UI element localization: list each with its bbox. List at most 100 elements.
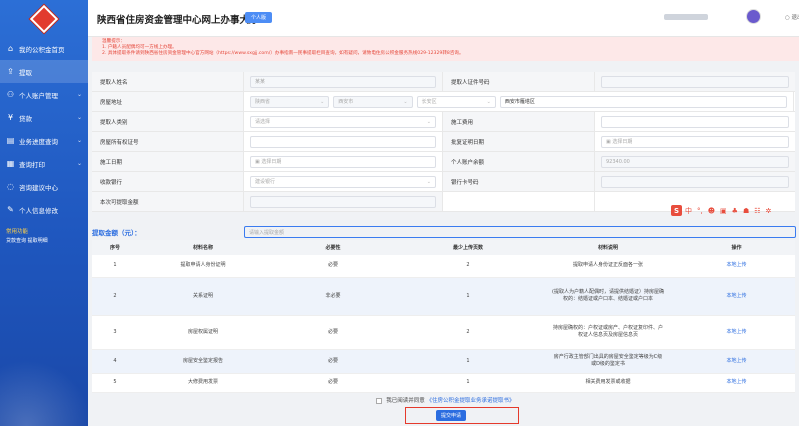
field-5-a-cell: 建设银行 ⌄ bbox=[244, 172, 443, 191]
sidebar-item-4[interactable]: ▤ 业务进度查询 ⌄ bbox=[0, 129, 88, 152]
sidebar-item-7[interactable]: ✎ 个人信息修改 bbox=[0, 198, 88, 221]
home-icon: ⌂ bbox=[7, 44, 14, 53]
sidebar-item-6[interactable]: ◌ 咨询建议中心 bbox=[0, 175, 88, 198]
column-header: 操作 bbox=[678, 240, 795, 255]
field-4-b-cell: 92340.00 bbox=[595, 152, 795, 171]
form-label bbox=[443, 192, 595, 211]
sidebar-item-2[interactable]: ⚇ 个人账户管理 ⌄ bbox=[0, 83, 88, 106]
table-row: 1 提取申请人身份证明 必要 2 提取申请人身份证正反面各一张 本地上传 bbox=[92, 255, 795, 278]
table-header: 序号 材料名称 必要性 最少上传页数 材料说明 操作 bbox=[92, 240, 795, 255]
sidebar-item-3[interactable]: ¥ 贷款 ⌄ bbox=[0, 106, 88, 129]
form-row: 收款银行 建设银行 ⌄ 银行卡号码 bbox=[92, 172, 795, 192]
province-select[interactable]: 陕西省 ⌄ bbox=[250, 95, 330, 108]
sidebar-item-label: 我的公积金首页 bbox=[19, 45, 65, 54]
necessity: 必要 bbox=[268, 349, 398, 374]
print-icon: ▦ bbox=[6, 159, 15, 168]
toolbar-item-8[interactable]: ✲ bbox=[766, 207, 772, 215]
avatar[interactable] bbox=[746, 9, 761, 24]
form-label: 本次可提取金额 bbox=[92, 192, 244, 211]
toolbar-item-7[interactable]: ☷ bbox=[754, 207, 760, 215]
material-name: 大修费用发票 bbox=[138, 373, 268, 393]
toolbar-item-3[interactable]: ☻ bbox=[708, 207, 715, 215]
edit-icon: ✎ bbox=[7, 205, 14, 214]
quick-links-items[interactable]: 贷款查询 提取明细 bbox=[6, 237, 88, 244]
decorative-background bbox=[0, 336, 88, 426]
notice-banner: 温馨提示： 1. 户籍人员配偶均可一方线上办理。 2. 具体提取条件请到陕西省住… bbox=[92, 37, 799, 61]
sidebar-item-1[interactable]: ⇪ 提取 bbox=[0, 60, 88, 83]
upload-link[interactable]: 本地上传 bbox=[726, 329, 746, 335]
sidebar-item-0[interactable]: ⌂ 我的公积金首页 bbox=[0, 37, 88, 60]
field-3-a-cell bbox=[244, 132, 443, 151]
agree-prefix: 我已阅读并同意 bbox=[386, 398, 425, 404]
username bbox=[664, 14, 708, 20]
field-5-b-cell bbox=[595, 172, 795, 191]
field-3-b[interactable]: ▣ 选择日期 bbox=[601, 135, 789, 148]
amount-input[interactable]: 请输入提取金额 bbox=[244, 226, 796, 238]
notice-line-2: 2. 具体提取条件请到陕西省住房资金管理中心官方网站（https://www.s… bbox=[102, 51, 464, 56]
sidebar-item-5[interactable]: ▦ 查询打印 ⌄ bbox=[0, 152, 88, 175]
row-number: 2 bbox=[92, 277, 138, 316]
material-name: 关系证明 bbox=[138, 277, 268, 316]
necessity: 非必要 bbox=[268, 277, 398, 316]
material-desc: 提取申请人身份证正反面各一张 bbox=[538, 255, 678, 278]
upload-link[interactable]: 本地上传 bbox=[726, 379, 746, 385]
field-2-b[interactable] bbox=[601, 115, 789, 128]
field-2-a[interactable]: 请选择 ⌄ bbox=[250, 115, 436, 128]
chat-icon: ◌ bbox=[7, 182, 14, 191]
toolbar-item-5[interactable]: ♣ bbox=[732, 207, 738, 215]
district-select[interactable]: 长安区 ⌄ bbox=[416, 95, 496, 108]
upload-link[interactable]: 本地上传 bbox=[726, 358, 746, 364]
header: 陕西省住房资金管理中心网上办事大厅 个人版 ○ 退出 bbox=[88, 0, 799, 37]
form-label: 施工费用 bbox=[443, 112, 595, 131]
field-4-a[interactable]: ▣ 选择日期 bbox=[250, 155, 436, 168]
toolbar-item-1[interactable]: 中 bbox=[685, 206, 692, 216]
field-2-a-cell: 请选择 ⌄ bbox=[244, 112, 443, 131]
material-desc: 相关费用发票或收据 bbox=[538, 373, 678, 393]
chevron-down-icon: ⌄ bbox=[76, 91, 82, 98]
min-pages: 2 bbox=[398, 315, 538, 350]
upload-link[interactable]: 本地上传 bbox=[726, 293, 746, 299]
column-header: 最少上传页数 bbox=[398, 240, 538, 255]
row-number: 3 bbox=[92, 315, 138, 350]
field-6-a-cell bbox=[244, 192, 443, 211]
form-row: 提取人类别 请选择 ⌄ 施工费用 bbox=[92, 112, 795, 132]
form-label: 提取人类别 bbox=[92, 112, 244, 131]
submit-button[interactable]: 提交申请 bbox=[436, 410, 466, 421]
toolbar-item-4[interactable]: ▣ bbox=[720, 207, 727, 215]
sidebar-item-label: 提取 bbox=[19, 68, 32, 77]
toolbar-item-0[interactable]: S bbox=[671, 205, 682, 216]
upload-link[interactable]: 本地上传 bbox=[726, 262, 746, 268]
operation-cell: 本地上传 bbox=[678, 373, 795, 393]
form-label: 个人账户余额 bbox=[443, 152, 595, 171]
city-select[interactable]: 西安市 ⌄ bbox=[333, 95, 413, 108]
form-label: 房屋地址 bbox=[92, 92, 244, 111]
agreement: 我已阅读并同意 《住房公积金提取业务承诺提取书》 bbox=[92, 396, 799, 404]
field-5-b bbox=[601, 175, 789, 188]
form-label: 提取人姓名 bbox=[92, 72, 244, 91]
sidebar-item-label: 咨询建议中心 bbox=[19, 183, 58, 192]
agree-link[interactable]: 《住房公积金提取业务承诺提取书》 bbox=[427, 398, 515, 404]
sidebar-item-label: 业务进度查询 bbox=[19, 137, 58, 146]
operation-cell: 本地上传 bbox=[678, 277, 795, 316]
toolbar-item-6[interactable]: ☗ bbox=[743, 207, 749, 215]
operation-cell: 本地上传 bbox=[678, 255, 795, 278]
toolbar-item-2[interactable]: °, bbox=[697, 207, 703, 215]
agree-checkbox[interactable] bbox=[376, 397, 383, 404]
min-pages: 1 bbox=[398, 349, 538, 374]
exit-button[interactable]: ○ 退出 bbox=[785, 13, 799, 21]
column-header: 必要性 bbox=[268, 240, 398, 255]
min-pages: 1 bbox=[398, 373, 538, 393]
field-6-a bbox=[250, 195, 436, 208]
column-header: 序号 bbox=[92, 240, 138, 255]
min-pages: 2 bbox=[398, 255, 538, 278]
user-icon: ⚇ bbox=[6, 90, 15, 99]
chevron-down-icon: ⌄ bbox=[486, 98, 491, 105]
table-row: 3 房屋权属证明 必要 2 持房屋确权的：户权证或房产、户权证复印件、户权证人信息页及房… bbox=[92, 315, 795, 350]
chevron-down-icon: ⌄ bbox=[76, 160, 82, 167]
money-icon: ¥ bbox=[7, 113, 14, 122]
material-name: 提取申请人身份证明 bbox=[138, 255, 268, 278]
field-5-a[interactable]: 建设银行 ⌄ bbox=[250, 175, 436, 188]
field-3-a[interactable] bbox=[250, 135, 436, 148]
address-detail-input[interactable]: 西安市雁塔区 bbox=[499, 95, 787, 108]
logo-icon bbox=[29, 4, 59, 33]
